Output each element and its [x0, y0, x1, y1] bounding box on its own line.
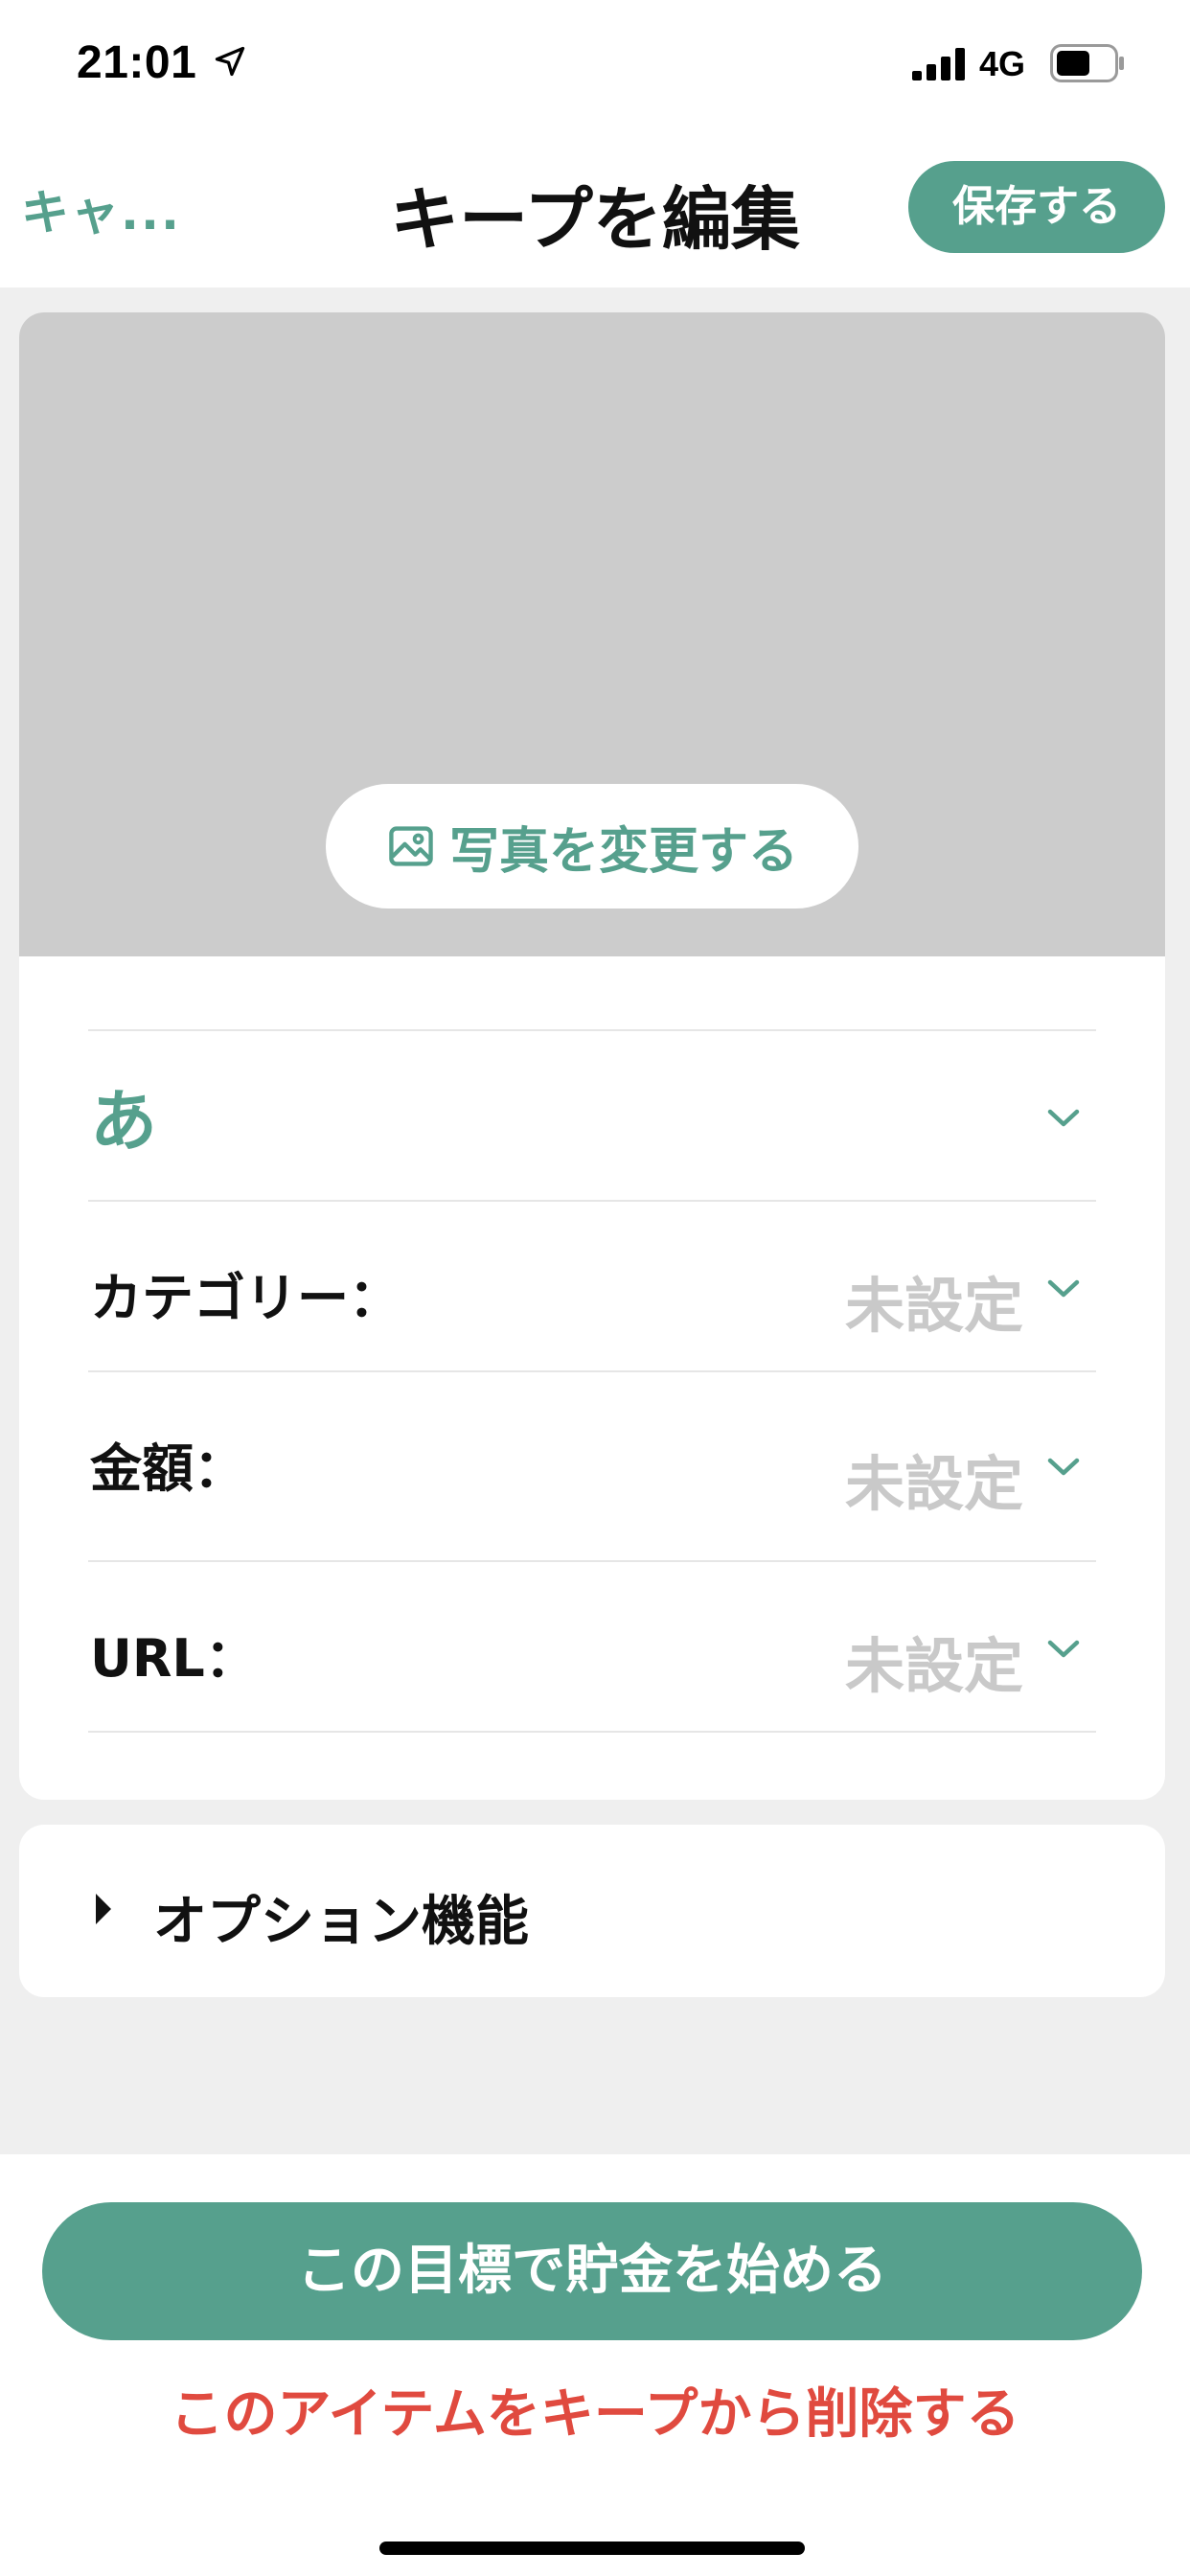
nav-bar: キープを編集 キャ... 保存する: [0, 125, 1190, 288]
network-label: 4G: [979, 44, 1026, 83]
name-value: あ: [90, 1082, 157, 1161]
status-time: 21:01: [77, 37, 197, 88]
cancel-button[interactable]: キャ...: [21, 174, 181, 243]
location-arrow-icon: [215, 46, 245, 77]
delete-item-button[interactable]: このアイテムをキープから削除する: [0, 2371, 1190, 2449]
battery-icon: [1050, 44, 1124, 82]
url-label: URL：: [90, 1628, 257, 1689]
amount-label: 金額：: [90, 1438, 245, 1499]
change-photo-button[interactable]: 写真を変更する: [326, 784, 858, 908]
options-label: オプション機能: [153, 1891, 529, 1953]
start-saving-button[interactable]: この目標で貯金を始める: [42, 2202, 1142, 2340]
chevron-down-icon: [1047, 1458, 1080, 1476]
home-indicator: [379, 2542, 805, 2555]
amount-value: 未設定: [844, 1449, 1023, 1519]
category-value: 未設定: [844, 1271, 1023, 1341]
category-row[interactable]: カテゴリー： 未設定: [88, 1200, 1096, 1370]
image-icon: [389, 826, 433, 866]
photo-area[interactable]: 写真を変更する: [19, 312, 1165, 956]
options-toggle[interactable]: オプション機能: [19, 1825, 1165, 1997]
chevron-down-icon: [1047, 1279, 1080, 1298]
name-row[interactable]: あ: [88, 1029, 1096, 1200]
chevron-down-icon: [1047, 1109, 1080, 1127]
status-bar: 21:01 4G: [0, 0, 1190, 125]
change-photo-label: 写真を変更する: [448, 822, 798, 881]
chevron-down-icon: [1047, 1640, 1080, 1658]
category-label: カテゴリー：: [90, 1268, 400, 1328]
signal-icon: [912, 48, 965, 80]
save-button[interactable]: 保存する: [908, 161, 1165, 253]
triangle-right-icon: [96, 1894, 111, 1924]
amount-row[interactable]: 金額： 未設定: [88, 1370, 1096, 1560]
url-row[interactable]: URL： 未設定: [88, 1560, 1096, 1733]
url-value: 未設定: [844, 1631, 1023, 1701]
bottom-actions: この目標で貯金を始める このアイテムをキープから削除する: [0, 2154, 1190, 2576]
